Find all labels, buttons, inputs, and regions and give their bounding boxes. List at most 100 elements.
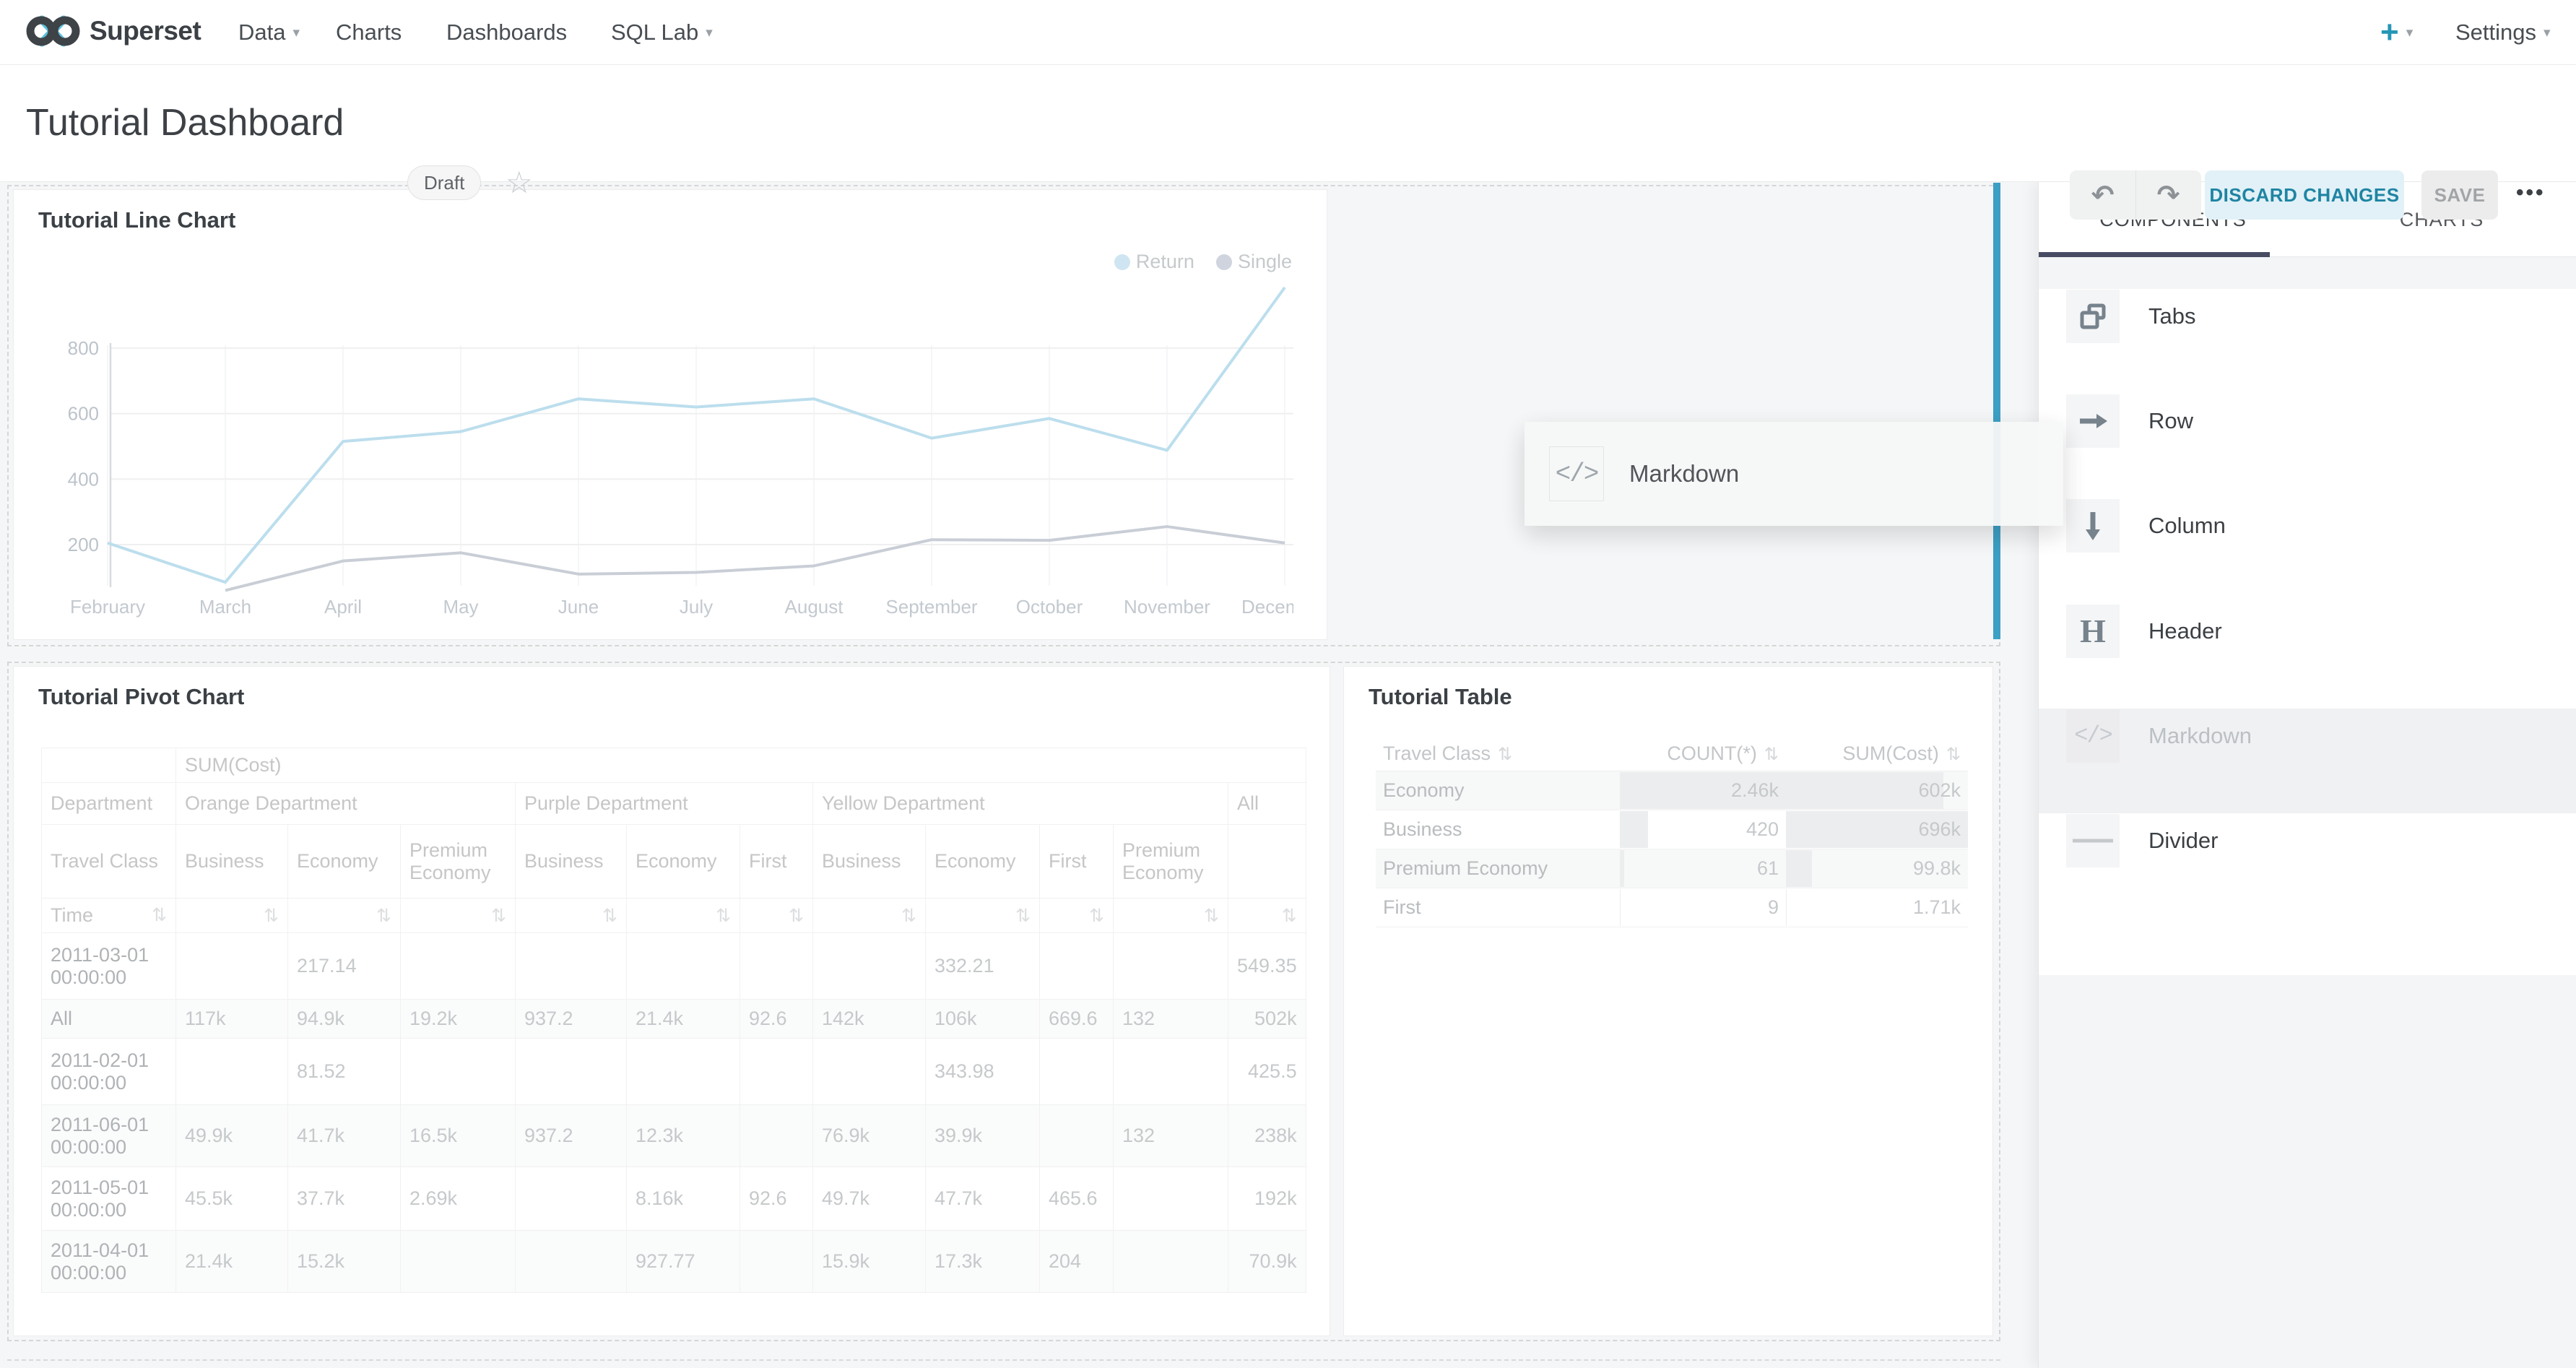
redo-button[interactable]: ↷ xyxy=(2136,170,2201,220)
cell-bar xyxy=(1620,889,1621,926)
pivot-cell: 8.16k xyxy=(627,1167,740,1231)
pivot-cell xyxy=(740,933,813,1000)
column-header-travel-class[interactable]: Travel Class⇅ xyxy=(1376,737,1620,771)
sort-icon[interactable]: ⇅ xyxy=(1015,905,1031,927)
pivot-cell: 92.6 xyxy=(740,1167,813,1231)
pivot-cell: ⇅ xyxy=(740,899,813,933)
header-icon: H xyxy=(2066,605,2120,658)
pivot-cell xyxy=(516,1231,627,1293)
pivot-cell xyxy=(516,1167,627,1231)
pivot-cell: Department xyxy=(42,783,176,825)
pivot-cell: Premium Economy xyxy=(1114,825,1228,899)
line-chart-card[interactable]: Tutorial Line Chart ReturnSingle Februar… xyxy=(13,189,1327,640)
tabs-icon xyxy=(2066,290,2120,343)
pivot-cell: Business xyxy=(516,825,627,899)
svg-text:October: October xyxy=(1016,596,1083,618)
pivot-cell xyxy=(1114,1231,1228,1293)
sidebar-item-label: Column xyxy=(2148,499,2226,553)
cell-bar xyxy=(1620,811,1648,848)
table-cell: 1.71k xyxy=(1786,888,1968,927)
sort-icon[interactable]: ⇅ xyxy=(1498,745,1512,764)
pivot-cell xyxy=(1040,1039,1114,1105)
sidebar-item-tabs[interactable]: Tabs xyxy=(2039,289,2576,394)
pivot-cell xyxy=(1228,825,1306,899)
page-title[interactable]: Tutorial Dashboard xyxy=(26,101,344,144)
pivot-cell: Economy xyxy=(926,825,1040,899)
pivot-cell: Premium Economy xyxy=(401,825,516,899)
superset-logo[interactable]: Superset xyxy=(25,10,201,52)
pivot-cell: Purple Department xyxy=(516,783,813,825)
cell-bar xyxy=(1786,850,1812,887)
line-chart-plot: FebruaryMarchAprilMayJuneJulyAugustSepte… xyxy=(14,190,1293,640)
pivot-cell xyxy=(1040,933,1114,1000)
sidebar-item-column[interactable]: Column xyxy=(2039,498,2576,603)
add-new-button[interactable]: + ▾ xyxy=(2380,0,2413,65)
sort-icon[interactable]: ⇅ xyxy=(376,905,391,927)
sidebar-item-header[interactable]: HHeader xyxy=(2039,604,2576,709)
brand-name: Superset xyxy=(90,16,201,46)
settings-menu[interactable]: Settings ▾ xyxy=(2455,0,2551,65)
pivot-cell: 19.2k xyxy=(401,1000,516,1039)
markdown-icon: </> xyxy=(2066,709,2120,763)
pivot-cell xyxy=(813,1039,926,1105)
table-row: Premium Economy6199.8k xyxy=(1376,849,1968,888)
pivot-cell: 669.6 xyxy=(1040,1000,1114,1039)
nav-item-sql-lab[interactable]: SQL Lab▾ xyxy=(611,0,713,65)
table-row: First91.71k xyxy=(1376,888,1968,927)
markdown-icon: </> xyxy=(1549,446,1604,501)
pivot-cell: Business xyxy=(813,825,926,899)
pivot-cell: ⇅ xyxy=(1228,899,1306,933)
nav-item-charts[interactable]: Charts xyxy=(336,0,402,65)
pivot-cell: Travel Class xyxy=(42,825,176,899)
discard-changes-button[interactable]: DISCARD CHANGES xyxy=(2205,170,2404,220)
save-button[interactable]: SAVE xyxy=(2421,170,2498,220)
sidebar-item-row[interactable]: Row xyxy=(2039,394,2576,498)
nav-item-dashboards[interactable]: Dashboards xyxy=(446,0,567,65)
sort-icon[interactable]: ⇅ xyxy=(1282,905,1297,927)
sort-icon[interactable]: ⇅ xyxy=(1089,905,1104,927)
overflow-menu-button[interactable]: ••• xyxy=(2516,181,2546,205)
pivot-cell: 142k xyxy=(813,1000,926,1039)
pivot-cell: 465.6 xyxy=(1040,1167,1114,1231)
dashboard-canvas: Tutorial Line Chart ReturnSingle Februar… xyxy=(0,182,2038,1368)
sort-icon[interactable]: ⇅ xyxy=(602,905,617,927)
sort-icon[interactable]: ⇅ xyxy=(152,904,167,926)
table-cell: First xyxy=(1376,888,1620,927)
pivot-chart-card[interactable]: Tutorial Pivot Chart SUM(Cost)Department… xyxy=(13,666,1330,1336)
infinity-logo-icon xyxy=(25,10,82,52)
sort-icon[interactable]: ⇅ xyxy=(264,905,279,927)
pivot-cell xyxy=(627,1039,740,1105)
sort-icon[interactable]: ⇅ xyxy=(1204,905,1219,927)
sort-icon[interactable]: ⇅ xyxy=(1764,745,1779,764)
pivot-cell xyxy=(627,933,740,1000)
chevron-down-icon: ▾ xyxy=(2406,25,2414,41)
table-cell: 99.8k xyxy=(1786,849,1968,888)
column-header-count-[interactable]: COUNT(*)⇅ xyxy=(1620,737,1786,771)
chevron-down-icon: ▾ xyxy=(706,25,713,41)
pivot-cell: ⇅ xyxy=(1040,899,1114,933)
sort-icon[interactable]: ⇅ xyxy=(716,905,731,927)
pivot-cell: 76.9k xyxy=(813,1105,926,1167)
pivot-cell: First xyxy=(740,825,813,899)
pivot-cell: 16.5k xyxy=(401,1105,516,1167)
undo-button[interactable]: ↶ xyxy=(2070,170,2135,220)
column-header-sum-cost-[interactable]: SUM(Cost)⇅ xyxy=(1786,737,1968,771)
nav-item-data[interactable]: Data▾ xyxy=(238,0,300,65)
empty-droptarget[interactable] xyxy=(7,1359,2000,1368)
component-list: TabsRowColumn HHeader</>MarkdownDivider xyxy=(2039,289,2576,975)
sidebar-item-markdown[interactable]: </>Markdown xyxy=(2039,709,2576,813)
sort-icon[interactable]: ⇅ xyxy=(901,905,916,927)
dragged-markdown-component[interactable]: </> Markdown xyxy=(1525,422,2063,526)
pivot-cell: 49.7k xyxy=(813,1167,926,1231)
favorite-star-icon[interactable]: ☆ xyxy=(506,165,533,200)
cell-bar xyxy=(1620,850,1624,887)
sort-icon[interactable]: ⇅ xyxy=(789,905,804,927)
sidebar-item-divider[interactable]: Divider xyxy=(2039,813,2576,918)
table-chart-card[interactable]: Tutorial Table Travel Class⇅COUNT(*)⇅SUM… xyxy=(1343,666,1993,1336)
pivot-row: All117k94.9k19.2k937.221.4k92.6142k106k6… xyxy=(42,1000,1306,1039)
pivot-cell: 132 xyxy=(1114,1105,1228,1167)
pivot-cell: Time⇅ xyxy=(42,899,176,933)
sort-icon[interactable]: ⇅ xyxy=(491,905,506,927)
svg-text:November: November xyxy=(1124,596,1210,618)
sort-icon[interactable]: ⇅ xyxy=(1946,745,1961,764)
